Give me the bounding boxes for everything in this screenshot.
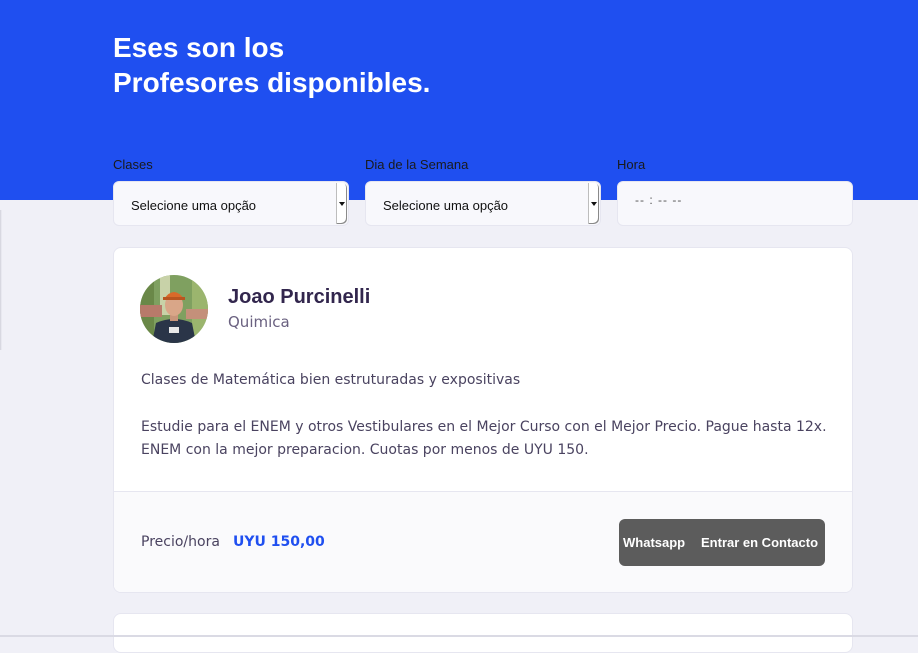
- price-value: UYU 150,00: [233, 534, 325, 550]
- chevron-down-icon[interactable]: [336, 183, 347, 224]
- avatar: [140, 275, 208, 343]
- clases-label: Clases: [113, 157, 153, 172]
- teacher-subject: Quimica: [228, 313, 290, 331]
- hora-label: Hora: [617, 157, 646, 172]
- avatar-image: [140, 275, 208, 343]
- dia-label: Dia de la Semana: [365, 157, 469, 172]
- teacher-bio-detail: Estudie para el ENEM y otros Vestibulare…: [141, 419, 827, 458]
- whatsapp-label: Whatsapp: [623, 535, 686, 550]
- teacher-bio-intro: Clases de Matemática bien estruturadas y…: [141, 372, 521, 388]
- contact-label: Entrar en Contacto: [701, 535, 819, 550]
- hora-input[interactable]: -- : -- --: [617, 181, 853, 226]
- dia-select-value: Selecione uma opção: [383, 198, 509, 213]
- teacher-card: Joao Purcinelli Quimica Clases de Matemá…: [113, 247, 853, 593]
- whatsapp-contact-button[interactable]: Whatsapp Entrar en Contacto: [619, 519, 825, 566]
- price-label: Precio/hora: [141, 534, 220, 550]
- page-title-line-2: Profesores disponibles.: [113, 67, 431, 98]
- card-footer: Precio/hora UYU 150,00 Whatsapp Entrar e…: [114, 491, 852, 592]
- hora-input-value: -- : -- --: [635, 193, 683, 207]
- page-title-line-1: Eses son los: [113, 32, 285, 63]
- dia-select[interactable]: Selecione uma opção: [365, 181, 601, 226]
- page-title: Eses son los Profesores disponibles.: [113, 30, 430, 100]
- chevron-down-icon[interactable]: [588, 183, 599, 224]
- clases-select-value: Selecione uma opção: [131, 198, 257, 213]
- next-teacher-card: [113, 613, 853, 653]
- teacher-name: Joao Purcinelli: [228, 286, 371, 308]
- left-edge-shadow: [0, 210, 2, 350]
- clases-select[interactable]: Selecione uma opção: [113, 181, 349, 226]
